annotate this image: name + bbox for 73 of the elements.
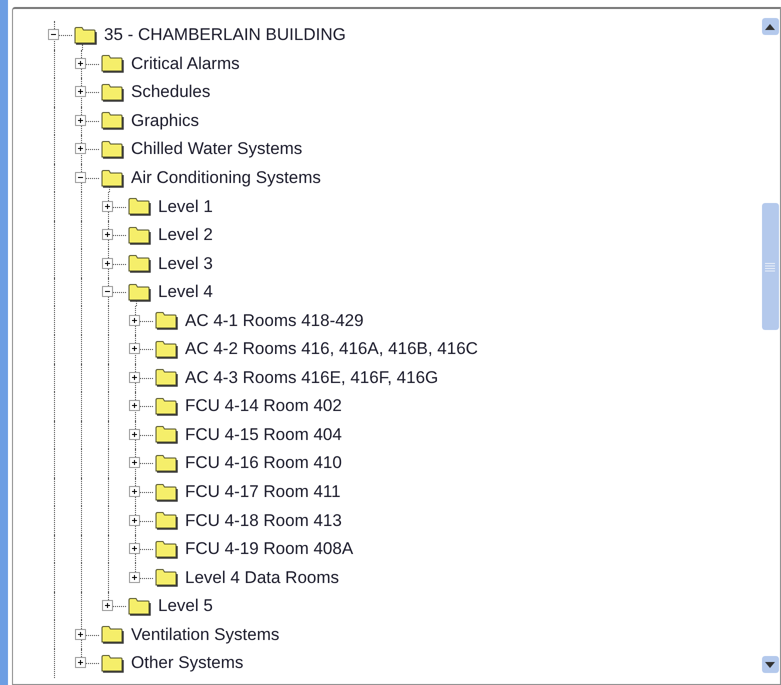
tree-node-label[interactable]: FCU 4-18 Room 413 (185, 510, 342, 531)
expand-toggle[interactable] (102, 200, 113, 212)
folder-icon (127, 226, 152, 245)
up-arrow-icon (765, 24, 775, 30)
expand-toggle[interactable] (102, 600, 113, 612)
expand-toggle[interactable] (75, 657, 86, 668)
tree-node-label[interactable]: FCU 4-17 Room 411 (185, 482, 341, 502)
folder-icon (100, 140, 125, 159)
folder-icon (100, 82, 125, 102)
tree-node-label[interactable]: Other Systems (131, 653, 244, 674)
expand-toggle[interactable] (129, 514, 140, 526)
tree-node-label[interactable]: Level 3 (158, 254, 213, 274)
folder-icon (154, 340, 179, 359)
tree-node-label[interactable]: FCU 4-16 Room 410 (185, 453, 342, 474)
expand-toggle[interactable] (75, 58, 86, 69)
tree-node-label[interactable]: Graphics (131, 110, 200, 131)
folder-icon (127, 254, 152, 274)
tree-node-label[interactable]: Level 5 (158, 596, 213, 616)
folder-icon (100, 625, 125, 644)
tree-node-label[interactable]: AC 4-3 Rooms 416E, 416F, 416G (185, 368, 438, 388)
tree-node-label[interactable]: Level 4 (158, 282, 213, 302)
expand-toggle[interactable] (102, 229, 113, 240)
tree-node-label[interactable]: 35 - CHAMBERLAIN BUILDING (104, 25, 346, 46)
expand-toggle[interactable] (75, 86, 86, 98)
expand-toggle[interactable] (129, 343, 140, 354)
grip-icon (765, 262, 775, 272)
expand-toggle[interactable] (75, 628, 86, 640)
tree-node-label[interactable]: FCU 4-15 Room 404 (185, 424, 342, 445)
collapse-toggle[interactable] (102, 286, 113, 298)
folder-icon (154, 425, 179, 444)
folder-icon (100, 111, 125, 130)
down-arrow-icon (765, 662, 775, 668)
tree-node-label[interactable]: Ventilation Systems (131, 624, 280, 645)
expand-toggle[interactable] (102, 258, 113, 269)
tree-node-label[interactable]: Air Conditioning Systems (131, 168, 321, 188)
folder-icon (127, 596, 152, 616)
folder-icon (154, 568, 179, 588)
expand-toggle[interactable] (129, 372, 140, 383)
folder-icon (154, 368, 179, 388)
collapse-toggle[interactable] (48, 29, 59, 40)
folder-icon (154, 511, 179, 530)
expand-toggle[interactable] (129, 457, 140, 468)
folder-icon (154, 454, 179, 473)
folder-icon (154, 482, 179, 502)
folder-icon (154, 540, 179, 559)
tree-node-label[interactable]: Schedules (131, 82, 210, 102)
tree-node-label[interactable]: FCU 4-14 Room 402 (185, 396, 342, 416)
collapse-toggle[interactable] (75, 172, 86, 183)
tree-node-label[interactable]: Level 2 (158, 225, 213, 246)
expand-toggle[interactable] (129, 543, 140, 554)
expand-toggle[interactable] (129, 428, 140, 440)
folder-icon (154, 396, 179, 416)
tree-node-label[interactable]: Level 1 (158, 196, 213, 217)
expand-toggle[interactable] (129, 400, 140, 412)
expand-toggle[interactable] (75, 143, 86, 154)
folder-icon (154, 311, 179, 330)
expand-toggle[interactable] (129, 486, 140, 498)
scroll-up-button[interactable] (762, 18, 778, 35)
folder-icon (127, 282, 152, 302)
tree-node-label[interactable]: AC 4-2 Rooms 416, 416A, 416B, 416C (185, 339, 478, 360)
tree-node-label[interactable]: FCU 4-19 Room 408A (185, 539, 354, 560)
scroll-thumb[interactable] (762, 203, 778, 330)
folder-icon (100, 54, 125, 74)
scroll-down-button[interactable] (762, 656, 778, 673)
tree-node-label[interactable]: Level 4 Data Rooms (185, 568, 340, 588)
expand-toggle[interactable] (75, 114, 86, 126)
folder-icon (100, 654, 125, 673)
tree-node-label[interactable]: Chilled Water Systems (131, 139, 302, 160)
expand-toggle[interactable] (129, 314, 140, 326)
folder-icon (127, 197, 152, 216)
expand-toggle[interactable] (129, 572, 140, 583)
tree-node-label[interactable]: Critical Alarms (131, 54, 240, 74)
tree-node-label[interactable]: AC 4-1 Rooms 418-429 (185, 310, 364, 331)
